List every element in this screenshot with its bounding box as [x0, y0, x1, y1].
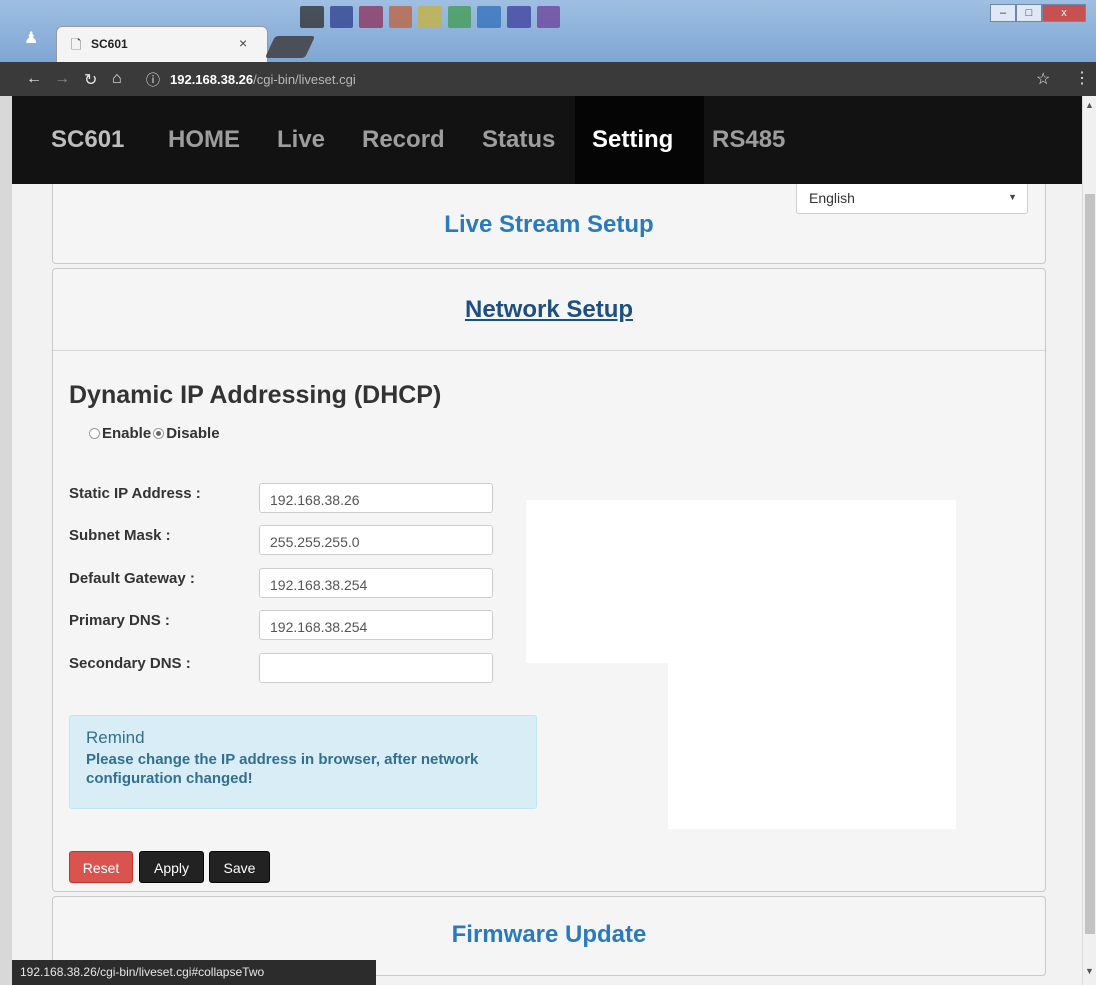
primary-dns-input[interactable]: 192.168.38.254: [259, 610, 493, 640]
left-edge: [0, 96, 12, 985]
default-gateway-label: Default Gateway :: [69, 570, 195, 587]
default-gateway-input[interactable]: 192.168.38.254: [259, 568, 493, 598]
url-path: /cgi-bin/liveset.cgi: [253, 72, 356, 87]
save-button[interactable]: Save: [209, 851, 270, 883]
maximize-button[interactable]: □: [1016, 4, 1042, 22]
primary-dns-value: 192.168.38.254: [270, 619, 368, 635]
nav-brand[interactable]: SC601: [51, 126, 124, 154]
static-ip-label: Static IP Address :: [69, 485, 201, 502]
nav-home[interactable]: HOME: [168, 126, 240, 154]
nav-record[interactable]: Record: [362, 126, 445, 154]
remind-body: Please change the IP address in browser,…: [86, 751, 479, 787]
url-host: 192.168.38.26: [170, 72, 254, 87]
live-stream-title[interactable]: Live Stream Setup: [53, 211, 1045, 239]
vertical-scrollbar[interactable]: ▲ ▼: [1082, 96, 1096, 985]
info-icon[interactable]: ⓘ: [146, 70, 160, 90]
reset-button[interactable]: Reset: [69, 851, 133, 883]
subnet-mask-input[interactable]: 255.255.255.0: [259, 525, 493, 555]
url-text: 192.168.38.26/cgi-bin/liveset.cgi: [170, 72, 356, 87]
nav-live[interactable]: Live: [277, 126, 325, 154]
incognito-icon: ♟: [24, 30, 39, 47]
remind-alert: Remind Please change the IP address in b…: [69, 715, 537, 809]
static-ip-value: 192.168.38.26: [270, 492, 360, 508]
home-icon[interactable]: ⌂: [112, 70, 122, 88]
remind-title: Remind: [86, 728, 145, 747]
browser-window: ♟ 🗋 SC601 × – □ x ← → ↻ ⌂ ⓘ 192.168.38.2…: [0, 0, 1096, 985]
close-window-button[interactable]: x: [1042, 4, 1086, 22]
network-title[interactable]: Network Setup: [53, 296, 1045, 324]
close-tab-icon[interactable]: ×: [239, 35, 247, 51]
page-icon: 🗋: [71, 37, 82, 52]
subnet-mask-label: Subnet Mask :: [69, 527, 171, 544]
dhcp-enable-radio[interactable]: [89, 428, 100, 439]
dhcp-radio-group: Enable Disable: [89, 425, 222, 442]
blurred-tab-strip: [300, 6, 561, 46]
title-bar: ♟ 🗋 SC601 × – □ x: [0, 0, 1096, 62]
static-ip-input[interactable]: 192.168.38.26: [259, 483, 493, 513]
nav-status[interactable]: Status: [482, 126, 555, 154]
network-panel-header: Network Setup: [53, 269, 1045, 351]
reload-icon[interactable]: ↻: [84, 70, 97, 90]
firmware-title[interactable]: Firmware Update: [53, 921, 1045, 949]
tab-title: SC601: [91, 37, 128, 51]
browser-menu-icon[interactable]: ⋮: [1074, 68, 1090, 88]
window-controls: – □ x: [990, 4, 1086, 22]
browser-tab[interactable]: 🗋 SC601 ×: [56, 26, 268, 62]
redacted-area-lower: [668, 663, 956, 829]
apply-button[interactable]: Apply: [139, 851, 204, 883]
redacted-area: [526, 500, 956, 663]
language-select[interactable]: English ▼: [796, 184, 1028, 214]
secondary-dns-label: Secondary DNS :: [69, 655, 191, 672]
status-bar: 192.168.38.26/cgi-bin/liveset.cgi#collap…: [12, 960, 376, 985]
forward-icon[interactable]: →: [54, 70, 70, 88]
primary-dns-label: Primary DNS :: [69, 612, 170, 629]
nav-setting[interactable]: Setting: [592, 126, 673, 154]
dhcp-disable-radio[interactable]: [153, 428, 165, 439]
default-gateway-value: 192.168.38.254: [270, 577, 368, 593]
secondary-dns-input[interactable]: [259, 653, 493, 683]
address-bar[interactable]: ⓘ 192.168.38.26/cgi-bin/liveset.cgi: [140, 67, 940, 91]
nav-rs485[interactable]: RS485: [712, 126, 785, 154]
bookmark-star-icon[interactable]: ☆: [1036, 69, 1050, 89]
status-url: 192.168.38.26/cgi-bin/liveset.cgi#collap…: [20, 965, 265, 979]
back-icon[interactable]: ←: [26, 70, 42, 88]
dhcp-heading: Dynamic IP Addressing (DHCP): [69, 381, 442, 409]
dhcp-enable-label: Enable: [102, 425, 152, 442]
scrollbar-thumb[interactable]: [1085, 194, 1095, 934]
browser-toolbar: ← → ↻ ⌂ ⓘ 192.168.38.26/cgi-bin/liveset.…: [0, 62, 1096, 96]
subnet-mask-value: 255.255.255.0: [270, 534, 360, 550]
scroll-up-icon[interactable]: ▲: [1085, 100, 1094, 110]
chevron-down-icon: ▼: [1008, 192, 1017, 202]
site-navbar: SC601 HOME Live Record Status Setting RS…: [12, 96, 1082, 184]
minimize-button[interactable]: –: [990, 4, 1016, 22]
scroll-down-icon[interactable]: ▼: [1085, 966, 1094, 976]
dhcp-disable-label: Disable: [166, 425, 220, 442]
language-value: English: [809, 190, 855, 206]
